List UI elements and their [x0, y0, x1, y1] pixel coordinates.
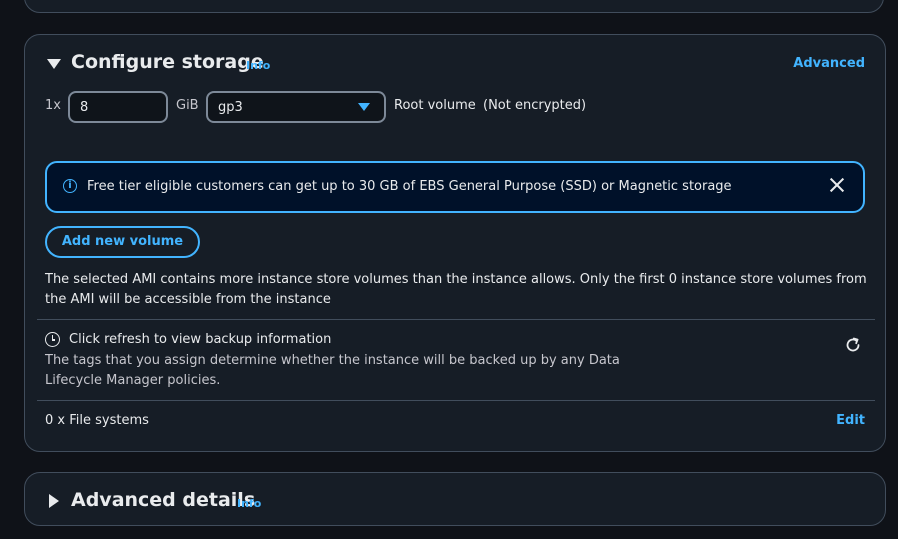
file-systems-label: 0 x File systems [45, 413, 149, 428]
size-unit-label: GiB [176, 98, 199, 113]
backup-title: Click refresh to view backup information [69, 332, 332, 347]
close-icon[interactable] [829, 176, 845, 194]
volume-size-input[interactable]: 8 [68, 91, 168, 123]
volume-type-value: gp3 [218, 100, 243, 115]
divider [37, 400, 875, 401]
advanced-details-title: Advanced details [71, 489, 256, 511]
volume-size-value: 8 [80, 100, 89, 115]
refresh-icon[interactable] [845, 337, 861, 353]
configure-storage-panel: Configure storage Info Advanced 1x 8 GiB… [24, 34, 886, 452]
volume-type-select[interactable]: gp3 [206, 91, 386, 123]
edit-file-systems-link[interactable]: Edit [836, 413, 865, 428]
root-volume-label: Root volume [394, 98, 476, 113]
info-circle-icon: i [63, 179, 77, 193]
volume-count: 1x [45, 98, 61, 113]
free-tier-alert: i Free tier eligible customers can get u… [45, 161, 865, 213]
alert-message: Free tier eligible customers can get up … [87, 179, 732, 194]
clock-icon [45, 332, 60, 347]
advanced-details-panel[interactable]: Advanced details Info [24, 472, 886, 526]
ami-notice-text: The selected AMI contains more instance … [45, 272, 867, 307]
info-link[interactable]: Info [237, 497, 261, 510]
advanced-link[interactable]: Advanced [793, 56, 865, 71]
expand-caret-icon[interactable] [49, 494, 59, 508]
divider [37, 319, 875, 320]
collapse-caret-icon[interactable] [47, 59, 61, 69]
info-link[interactable]: Info [246, 59, 270, 72]
backup-description: The tags that you assign determine wheth… [45, 353, 620, 388]
previous-section-card [24, 0, 884, 13]
add-new-volume-button[interactable]: Add new volume [45, 226, 200, 258]
dropdown-arrow-icon [358, 103, 370, 111]
section-title: Configure storage [71, 51, 264, 73]
encryption-status: (Not encrypted) [483, 98, 587, 113]
